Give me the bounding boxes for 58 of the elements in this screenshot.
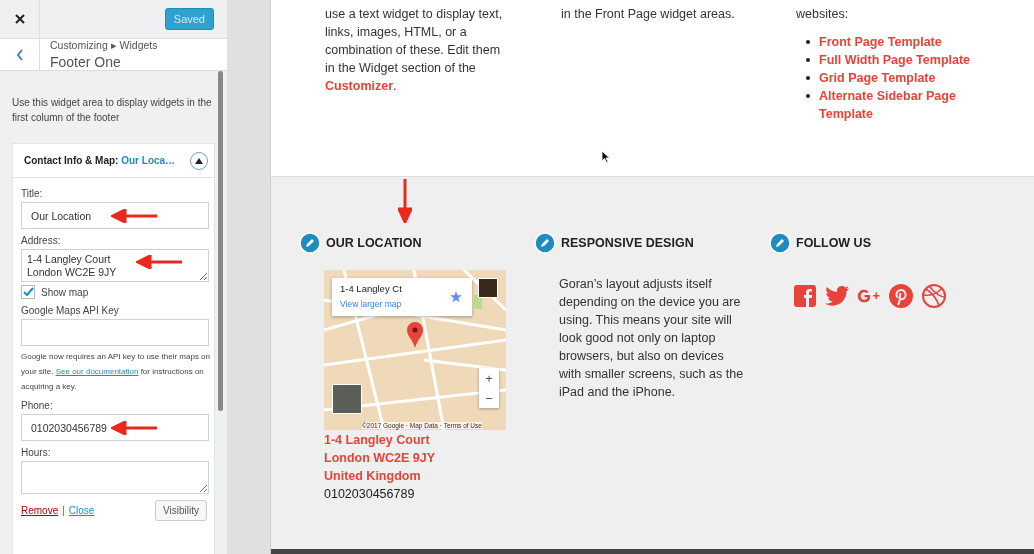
remove-link[interactable]: Remove	[21, 505, 59, 516]
widget-heading: RESPONSIVE DESIGN	[561, 236, 694, 250]
field-label: Google Maps API Key	[21, 305, 120, 316]
paragraph: use a text widget to display text, links, images, HTML, or a combination of these. Edit them in the Widget section of the Customizer.	[325, 6, 504, 95]
pinterest-icon[interactable]	[889, 284, 913, 308]
zoom-in-button[interactable]: +	[479, 368, 499, 388]
section-description: Use this widget area to display widgets in the first column of the footer	[12, 96, 213, 125]
checkbox[interactable]	[21, 285, 35, 299]
template-link[interactable]: Alternate Sidebar Page Template	[819, 87, 976, 123]
map-pin-icon	[407, 322, 423, 348]
edit-icon[interactable]	[769, 232, 791, 254]
cursor-icon	[601, 150, 610, 163]
close-link[interactable]: Close	[68, 505, 95, 516]
field-label: Phone:	[21, 400, 54, 411]
documentation-link[interactable]: See our documentation	[55, 367, 139, 376]
input-field[interactable]: 0102030456789	[21, 414, 209, 441]
template-link[interactable]: Front Page Template	[819, 33, 942, 51]
input-field[interactable]	[21, 319, 209, 346]
field-label: Hours:	[21, 447, 52, 458]
address-line[interactable]: United Kingdom	[324, 467, 534, 485]
phone-number: 0102030456789	[324, 486, 416, 503]
paragraph: websites:	[796, 6, 850, 23]
star-icon[interactable]	[450, 291, 462, 303]
checkbox-label: Show map	[41, 286, 89, 298]
separator: |	[62, 505, 65, 516]
address-line[interactable]: 1-4 Langley Court	[324, 431, 534, 449]
section-title: Footer One	[50, 54, 122, 70]
template-link[interactable]: Grid Page Template	[819, 69, 936, 87]
widget-text: Goran’s layout adjusts itself depending on the device you are using. This means your site will look good not only on laptop browsers, but also on devices with smaller screens, such as the iPad and the iPhone.	[559, 276, 744, 401]
larger-map-link[interactable]: View larger map	[340, 299, 402, 309]
twitter-icon[interactable]	[825, 286, 849, 306]
address-line[interactable]: London WC2E 9JY	[324, 449, 534, 467]
zoom-out-button[interactable]: −	[479, 388, 499, 408]
widget-title[interactable]: Contact Info & Map: Our Loca…	[24, 155, 176, 166]
breadcrumb: Customizing ▸ Widgets	[50, 39, 158, 51]
dribbble-icon[interactable]	[922, 284, 946, 308]
field-label: Title:	[21, 188, 44, 199]
collapse-toggle[interactable]	[190, 151, 208, 170]
visibility-button[interactable]: Visibility	[155, 500, 207, 521]
satellite-view-thumbnail[interactable]	[332, 384, 362, 414]
template-link[interactable]: Full Width Page Template	[819, 51, 971, 69]
text-area[interactable]: 1-4 Langley Court London WC2E 9JY	[21, 249, 209, 282]
photo-placeholder[interactable]	[478, 278, 498, 298]
google-plus-icon[interactable]	[858, 289, 880, 303]
edit-icon[interactable]	[534, 232, 556, 254]
map-place-name: 1-4 Langley Ct	[340, 283, 402, 294]
scrollbar[interactable]	[218, 71, 223, 411]
widget-heading: FOLLOW US	[796, 236, 871, 250]
widget-heading: OUR LOCATION	[326, 236, 422, 250]
input-field[interactable]: Our Location	[21, 202, 209, 229]
edit-icon[interactable]	[299, 232, 321, 254]
help-text: Google now requires an API key to use their maps on your site. See our documentation for instructions on acquiring a key.	[21, 351, 211, 393]
field-label: Address:	[21, 235, 62, 246]
caret-icon	[195, 157, 203, 164]
paragraph: in the Front Page widget areas.	[561, 6, 736, 23]
facebook-icon[interactable]	[794, 285, 816, 307]
customizer-link[interactable]: Customizer	[325, 79, 394, 93]
save-button[interactable]: Saved	[164, 8, 214, 30]
